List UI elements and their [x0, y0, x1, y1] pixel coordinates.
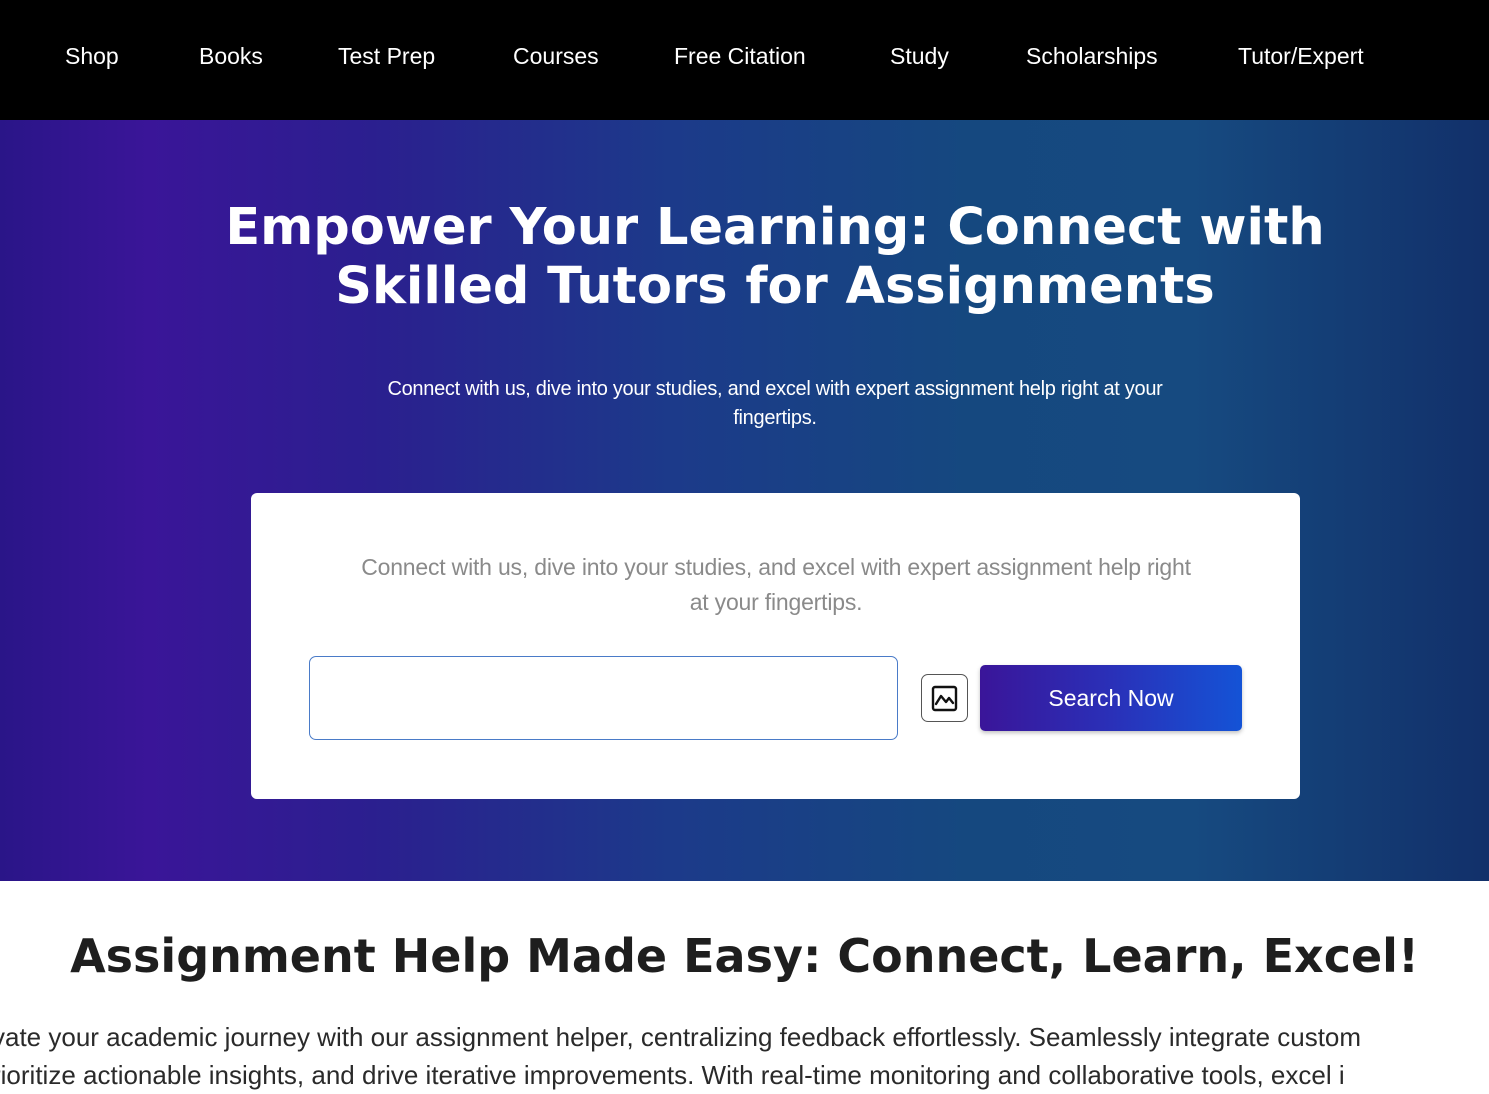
- nav-item-scholarships[interactable]: Scholarships: [1026, 40, 1158, 72]
- nav-item-study[interactable]: Study: [890, 40, 949, 72]
- hero-title: Empower Your Learning: Connect with Skil…: [225, 198, 1325, 316]
- nav-item-courses[interactable]: Courses: [513, 40, 599, 72]
- section-title: Assignment Help Made Easy: Connect, Lear…: [70, 929, 1419, 983]
- search-card: Connect with us, dive into your studies,…: [251, 493, 1300, 799]
- hero-subtitle: Connect with us, dive into your studies,…: [387, 378, 1163, 429]
- section-body-line: vate your academic journey with our assi…: [0, 1022, 1362, 1052]
- image-icon: [931, 685, 958, 711]
- nav-item-shop[interactable]: Shop: [65, 40, 119, 72]
- section-body-line: rioritize actionable insights, and drive…: [0, 1060, 1345, 1090]
- image-upload-button[interactable]: [921, 674, 968, 722]
- nav-item-test-prep[interactable]: Test Prep: [338, 40, 435, 72]
- section-body: vate your academic journey with our assi…: [0, 1018, 1489, 1094]
- search-now-button[interactable]: Search Now: [980, 665, 1242, 731]
- search-card-description: Connect with us, dive into your studies,…: [361, 554, 1191, 615]
- hero-section: Empower Your Learning: Connect with Skil…: [0, 120, 1489, 881]
- top-navigation: Shop Books Test Prep Courses Free Citati…: [0, 0, 1489, 120]
- nav-item-books[interactable]: Books: [199, 40, 263, 72]
- nav-item-free-citation[interactable]: Free Citation: [674, 40, 806, 72]
- search-input[interactable]: [309, 656, 898, 740]
- nav-item-tutor-expert[interactable]: Tutor/Expert: [1238, 40, 1364, 72]
